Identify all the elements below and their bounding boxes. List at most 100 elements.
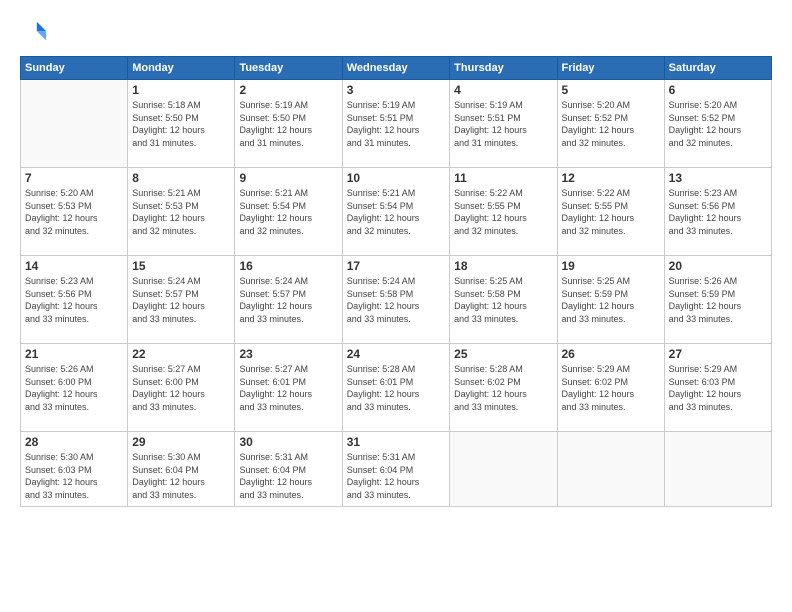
calendar-cell: 20Sunrise: 5:26 AMSunset: 5:59 PMDayligh… bbox=[664, 256, 771, 344]
day-info: Sunrise: 5:22 AMSunset: 5:55 PMDaylight:… bbox=[562, 187, 660, 237]
day-info: Sunrise: 5:31 AMSunset: 6:04 PMDaylight:… bbox=[347, 451, 445, 501]
day-number: 5 bbox=[562, 83, 660, 97]
calendar-week-row: 1 Sunrise: 5:18 AMSunset: 5:50 PMDaylight… bbox=[21, 80, 772, 168]
day-number: 29 bbox=[132, 435, 230, 449]
day-info: Sunrise: 5:19 AMSunset: 5:50 PMDaylight:… bbox=[239, 99, 337, 149]
calendar-cell: 12 Sunrise: 5:22 AMSunset: 5:55 PMDayligh… bbox=[557, 168, 664, 256]
day-info: Sunrise: 5:27 AMSunset: 6:01 PMDaylight:… bbox=[239, 363, 337, 413]
calendar-cell: 10 Sunrise: 5:21 AMSunset: 5:54 PMDayligh… bbox=[342, 168, 449, 256]
logo bbox=[20, 18, 50, 46]
day-number: 30 bbox=[239, 435, 337, 449]
calendar-week-row: 14Sunrise: 5:23 AMSunset: 5:56 PMDayligh… bbox=[21, 256, 772, 344]
calendar-cell: 17 Sunrise: 5:24 AMSunset: 5:58 PMDayligh… bbox=[342, 256, 449, 344]
day-number: 31 bbox=[347, 435, 445, 449]
day-info: Sunrise: 5:29 AMSunset: 6:02 PMDaylight:… bbox=[562, 363, 660, 413]
day-info: Sunrise: 5:31 AMSunset: 6:04 PMDaylight:… bbox=[239, 451, 337, 501]
calendar-cell: 2Sunrise: 5:19 AMSunset: 5:50 PMDaylight… bbox=[235, 80, 342, 168]
day-info: Sunrise: 5:25 AMSunset: 5:59 PMDaylight:… bbox=[562, 275, 660, 325]
day-info: Sunrise: 5:30 AMSunset: 6:03 PMDaylight:… bbox=[25, 451, 123, 501]
day-number: 21 bbox=[25, 347, 123, 361]
calendar-week-row: 21Sunrise: 5:26 AMSunset: 6:00 PMDayligh… bbox=[21, 344, 772, 432]
calendar-header-monday: Monday bbox=[128, 57, 235, 80]
day-number: 13 bbox=[669, 171, 767, 185]
calendar-cell: 14Sunrise: 5:23 AMSunset: 5:56 PMDayligh… bbox=[21, 256, 128, 344]
calendar-cell: 18Sunrise: 5:25 AMSunset: 5:58 PMDayligh… bbox=[450, 256, 557, 344]
calendar-header-friday: Friday bbox=[557, 57, 664, 80]
calendar-cell bbox=[557, 432, 664, 507]
day-number: 7 bbox=[25, 171, 123, 185]
calendar-cell: 31 Sunrise: 5:31 AMSunset: 6:04 PMDayligh… bbox=[342, 432, 449, 507]
calendar-header-sunday: Sunday bbox=[21, 57, 128, 80]
day-number: 11 bbox=[454, 171, 552, 185]
day-info: Sunrise: 5:20 AMSunset: 5:53 PMDaylight:… bbox=[25, 187, 123, 237]
day-info: Sunrise: 5:19 AMSunset: 5:51 PMDaylight:… bbox=[347, 99, 445, 149]
day-info: Sunrise: 5:25 AMSunset: 5:58 PMDaylight:… bbox=[454, 275, 552, 325]
day-number: 27 bbox=[669, 347, 767, 361]
day-number: 24 bbox=[347, 347, 445, 361]
day-info: Sunrise: 5:19 AMSunset: 5:51 PMDaylight:… bbox=[454, 99, 552, 149]
day-number: 6 bbox=[669, 83, 767, 97]
calendar-cell: 22 Sunrise: 5:27 AMSunset: 6:00 PMDayligh… bbox=[128, 344, 235, 432]
calendar-cell: 28 Sunrise: 5:30 AMSunset: 6:03 PMDayligh… bbox=[21, 432, 128, 507]
day-number: 25 bbox=[454, 347, 552, 361]
calendar-cell: 6 Sunrise: 5:20 AMSunset: 5:52 PMDaylight… bbox=[664, 80, 771, 168]
day-info: Sunrise: 5:24 AMSunset: 5:58 PMDaylight:… bbox=[347, 275, 445, 325]
day-info: Sunrise: 5:20 AMSunset: 5:52 PMDaylight:… bbox=[562, 99, 660, 149]
day-number: 10 bbox=[347, 171, 445, 185]
calendar-cell: 5 Sunrise: 5:20 AMSunset: 5:52 PMDaylight… bbox=[557, 80, 664, 168]
day-number: 12 bbox=[562, 171, 660, 185]
day-info: Sunrise: 5:24 AMSunset: 5:57 PMDaylight:… bbox=[239, 275, 337, 325]
day-info: Sunrise: 5:28 AMSunset: 6:02 PMDaylight:… bbox=[454, 363, 552, 413]
day-info: Sunrise: 5:24 AMSunset: 5:57 PMDaylight:… bbox=[132, 275, 230, 325]
calendar-week-row: 7 Sunrise: 5:20 AMSunset: 5:53 PMDaylight… bbox=[21, 168, 772, 256]
day-info: Sunrise: 5:26 AMSunset: 5:59 PMDaylight:… bbox=[669, 275, 767, 325]
calendar-cell: 30 Sunrise: 5:31 AMSunset: 6:04 PMDayligh… bbox=[235, 432, 342, 507]
calendar-cell: 16 Sunrise: 5:24 AMSunset: 5:57 PMDayligh… bbox=[235, 256, 342, 344]
calendar-cell: 15 Sunrise: 5:24 AMSunset: 5:57 PMDayligh… bbox=[128, 256, 235, 344]
day-info: Sunrise: 5:18 AMSunset: 5:50 PMDaylight:… bbox=[132, 99, 230, 149]
calendar-cell: 21Sunrise: 5:26 AMSunset: 6:00 PMDayligh… bbox=[21, 344, 128, 432]
calendar-cell: 13 Sunrise: 5:23 AMSunset: 5:56 PMDayligh… bbox=[664, 168, 771, 256]
calendar-cell: 26 Sunrise: 5:29 AMSunset: 6:02 PMDayligh… bbox=[557, 344, 664, 432]
day-number: 17 bbox=[347, 259, 445, 273]
calendar-header-thursday: Thursday bbox=[450, 57, 557, 80]
day-number: 4 bbox=[454, 83, 552, 97]
page: SundayMondayTuesdayWednesdayThursdayFrid… bbox=[0, 0, 792, 612]
calendar-cell: 8 Sunrise: 5:21 AMSunset: 5:53 PMDaylight… bbox=[128, 168, 235, 256]
day-number: 16 bbox=[239, 259, 337, 273]
day-number: 26 bbox=[562, 347, 660, 361]
calendar-header-tuesday: Tuesday bbox=[235, 57, 342, 80]
day-info: Sunrise: 5:30 AMSunset: 6:04 PMDaylight:… bbox=[132, 451, 230, 501]
calendar-cell bbox=[450, 432, 557, 507]
calendar-cell: 1 Sunrise: 5:18 AMSunset: 5:50 PMDaylight… bbox=[128, 80, 235, 168]
day-number: 19 bbox=[562, 259, 660, 273]
calendar-header-wednesday: Wednesday bbox=[342, 57, 449, 80]
calendar-week-row: 28 Sunrise: 5:30 AMSunset: 6:03 PMDayligh… bbox=[21, 432, 772, 507]
day-number: 1 bbox=[132, 83, 230, 97]
calendar-cell: 4 Sunrise: 5:19 AMSunset: 5:51 PMDaylight… bbox=[450, 80, 557, 168]
day-number: 14 bbox=[25, 259, 123, 273]
day-number: 9 bbox=[239, 171, 337, 185]
day-number: 22 bbox=[132, 347, 230, 361]
calendar-header-saturday: Saturday bbox=[664, 57, 771, 80]
header bbox=[20, 18, 772, 46]
day-number: 28 bbox=[25, 435, 123, 449]
day-number: 8 bbox=[132, 171, 230, 185]
calendar-cell: 27 Sunrise: 5:29 AMSunset: 6:03 PMDayligh… bbox=[664, 344, 771, 432]
day-number: 3 bbox=[347, 83, 445, 97]
day-info: Sunrise: 5:29 AMSunset: 6:03 PMDaylight:… bbox=[669, 363, 767, 413]
calendar-cell: 11Sunrise: 5:22 AMSunset: 5:55 PMDayligh… bbox=[450, 168, 557, 256]
day-number: 15 bbox=[132, 259, 230, 273]
calendar-cell: 7 Sunrise: 5:20 AMSunset: 5:53 PMDaylight… bbox=[21, 168, 128, 256]
day-info: Sunrise: 5:21 AMSunset: 5:54 PMDaylight:… bbox=[239, 187, 337, 237]
calendar-cell: 29 Sunrise: 5:30 AMSunset: 6:04 PMDayligh… bbox=[128, 432, 235, 507]
day-info: Sunrise: 5:21 AMSunset: 5:54 PMDaylight:… bbox=[347, 187, 445, 237]
day-info: Sunrise: 5:20 AMSunset: 5:52 PMDaylight:… bbox=[669, 99, 767, 149]
calendar-cell: 24Sunrise: 5:28 AMSunset: 6:01 PMDayligh… bbox=[342, 344, 449, 432]
day-info: Sunrise: 5:21 AMSunset: 5:53 PMDaylight:… bbox=[132, 187, 230, 237]
day-number: 23 bbox=[239, 347, 337, 361]
logo-icon bbox=[20, 18, 48, 46]
day-info: Sunrise: 5:27 AMSunset: 6:00 PMDaylight:… bbox=[132, 363, 230, 413]
calendar-table: SundayMondayTuesdayWednesdayThursdayFrid… bbox=[20, 56, 772, 507]
day-info: Sunrise: 5:23 AMSunset: 5:56 PMDaylight:… bbox=[669, 187, 767, 237]
